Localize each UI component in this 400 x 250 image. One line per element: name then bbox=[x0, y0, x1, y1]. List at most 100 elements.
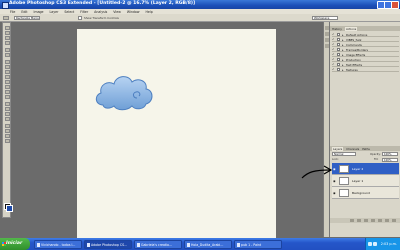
volume-icon[interactable] bbox=[373, 242, 377, 246]
dialog-toggle[interactable] bbox=[337, 33, 340, 36]
check-icon: ✓ bbox=[332, 32, 335, 36]
adjustment-layer-icon[interactable] bbox=[371, 219, 375, 222]
eraser-tool-icon[interactable] bbox=[4, 80, 10, 84]
dialog-toggle[interactable] bbox=[337, 58, 340, 61]
close-button[interactable] bbox=[391, 1, 399, 9]
actions-panel-tabs: History Actions bbox=[330, 26, 400, 31]
layers-panel-tabs: Layers Channels Paths bbox=[330, 146, 400, 151]
slice-tool-icon[interactable] bbox=[4, 53, 10, 57]
marquee-tool-icon[interactable] bbox=[4, 31, 10, 35]
menu-edit[interactable]: Edit bbox=[21, 10, 27, 14]
layer-row-layer-2[interactable]: ◉ Layer 2 bbox=[332, 163, 399, 175]
paint-icon bbox=[236, 243, 240, 247]
type-tool-icon[interactable] bbox=[4, 107, 10, 111]
expand-triangle-icon[interactable]: ▸ bbox=[342, 68, 344, 72]
notes-tool-icon[interactable] bbox=[4, 124, 10, 128]
windows-logo-icon bbox=[1, 241, 6, 246]
tab-layers[interactable]: Layers bbox=[332, 146, 344, 151]
pen-tool-icon[interactable] bbox=[4, 102, 10, 106]
layer-mask-icon[interactable] bbox=[364, 219, 368, 222]
transform-controls-checkbox[interactable] bbox=[78, 15, 82, 20]
windows-taskbar: Iniciar Vivichando - todos l... Adobe Ph… bbox=[0, 238, 400, 250]
mode-select[interactable]: Rectangle Marquee bbox=[14, 15, 40, 20]
new-group-icon[interactable] bbox=[378, 219, 382, 222]
dialog-toggle[interactable] bbox=[337, 38, 340, 41]
menu-select[interactable]: Select bbox=[64, 10, 74, 14]
crop-tool-icon[interactable] bbox=[4, 48, 10, 52]
window-title: Adobe Photoshop CS3 Extended - [Untitled… bbox=[9, 1, 196, 6]
new-layer-icon[interactable] bbox=[385, 219, 389, 222]
title-bar: Adobe Photoshop CS3 Extended - [Untitled… bbox=[0, 0, 400, 9]
action-set-row[interactable]: ✓ ▸ Textures bbox=[332, 67, 399, 72]
blend-mode-select[interactable]: Normal bbox=[332, 152, 356, 156]
dodge-tool-icon[interactable] bbox=[4, 95, 10, 99]
network-icon[interactable] bbox=[368, 242, 372, 246]
dialog-toggle[interactable] bbox=[337, 48, 340, 51]
blur-tool-icon[interactable] bbox=[4, 90, 10, 94]
menu-layer[interactable]: Layer bbox=[50, 10, 59, 14]
menu-window[interactable]: Window bbox=[127, 10, 140, 14]
dialog-toggle[interactable] bbox=[337, 63, 340, 66]
visibility-eye-icon[interactable]: ◉ bbox=[333, 191, 336, 195]
system-tray: 2:03 p.m. bbox=[365, 238, 400, 250]
cloud-shape bbox=[95, 76, 153, 111]
history-brush-icon[interactable] bbox=[4, 75, 10, 79]
expand-triangle-icon[interactable]: ▸ bbox=[342, 38, 344, 42]
trash-icon[interactable] bbox=[392, 219, 396, 222]
lasso-tool-icon[interactable] bbox=[4, 36, 10, 40]
options-bar: Rectangle Marquee Show Transform Control… bbox=[0, 14, 400, 22]
background-color-swatch[interactable] bbox=[6, 205, 13, 212]
opacity-field[interactable]: 100% bbox=[382, 152, 398, 156]
taskbar-item[interactable]: Gabriela's creatio... bbox=[134, 239, 182, 249]
check-icon: ✓ bbox=[332, 42, 335, 46]
start-button[interactable]: Iniciar bbox=[0, 238, 30, 250]
link-layers-icon[interactable] bbox=[350, 219, 354, 222]
move-tool-icon[interactable] bbox=[4, 26, 10, 30]
tab-paths[interactable]: Paths bbox=[362, 147, 370, 151]
dialog-toggle[interactable] bbox=[337, 43, 340, 46]
eyedropper-tool-icon[interactable] bbox=[4, 129, 10, 133]
taskbar-item[interactable]: Hola_Dudita_Arabi... bbox=[184, 239, 232, 249]
check-icon: ✓ bbox=[332, 37, 335, 41]
expand-triangle-icon[interactable]: ▸ bbox=[342, 33, 344, 37]
magic-wand-tool-icon[interactable] bbox=[4, 41, 10, 45]
path-select-icon[interactable] bbox=[4, 112, 10, 116]
menu-filter[interactable]: Filter bbox=[80, 10, 88, 14]
dialog-toggle[interactable] bbox=[337, 53, 340, 56]
workspace-button[interactable]: Workspace bbox=[312, 15, 338, 20]
layer-thumbnail bbox=[339, 177, 349, 185]
expand-triangle-icon[interactable]: ▸ bbox=[342, 53, 344, 57]
expand-triangle-icon[interactable]: ▸ bbox=[342, 63, 344, 67]
taskbar-item[interactable]: Vivichando - todos l... bbox=[34, 239, 82, 249]
healing-brush-icon[interactable] bbox=[4, 60, 10, 64]
layer-row-background[interactable]: ◉ Background bbox=[332, 187, 399, 199]
menu-view[interactable]: View bbox=[113, 10, 121, 14]
shape-tool-icon[interactable] bbox=[4, 117, 10, 121]
taskbar-item-paint[interactable]: pub 1 - Paint bbox=[234, 239, 282, 249]
expand-triangle-icon[interactable]: ▸ bbox=[342, 58, 344, 62]
brush-tool-icon[interactable] bbox=[4, 65, 10, 69]
menu-analysis[interactable]: Analysis bbox=[94, 10, 107, 14]
layer-style-icon[interactable] bbox=[357, 219, 361, 222]
layer-row-layer-1[interactable]: ◉ Layer 1 bbox=[332, 175, 399, 187]
tab-channels[interactable]: Channels bbox=[346, 147, 359, 151]
tab-history[interactable]: History bbox=[332, 27, 342, 31]
photoshop-icon bbox=[86, 243, 90, 247]
clone-stamp-icon[interactable] bbox=[4, 70, 10, 74]
dialog-toggle[interactable] bbox=[337, 68, 340, 71]
menu-help[interactable]: Help bbox=[145, 10, 152, 14]
fill-field[interactable]: 100% bbox=[382, 157, 398, 162]
gradient-tool-icon[interactable] bbox=[4, 85, 10, 89]
tool-preset-icon[interactable] bbox=[3, 15, 9, 20]
menu-image[interactable]: Image bbox=[34, 10, 44, 14]
menu-file[interactable]: File bbox=[10, 10, 15, 14]
zoom-tool-icon[interactable] bbox=[4, 139, 10, 143]
expand-triangle-icon[interactable]: ▸ bbox=[342, 43, 344, 47]
hand-tool-icon[interactable] bbox=[4, 134, 10, 138]
expand-triangle-icon[interactable]: ▸ bbox=[342, 48, 344, 52]
taskbar-item-photoshop[interactable]: Adobe Photoshop CS... bbox=[84, 239, 132, 249]
document-canvas[interactable] bbox=[77, 29, 276, 238]
layer-thumbnail bbox=[339, 165, 349, 173]
tab-actions[interactable]: Actions bbox=[344, 26, 358, 31]
clock[interactable]: 2:03 p.m. bbox=[381, 238, 397, 250]
